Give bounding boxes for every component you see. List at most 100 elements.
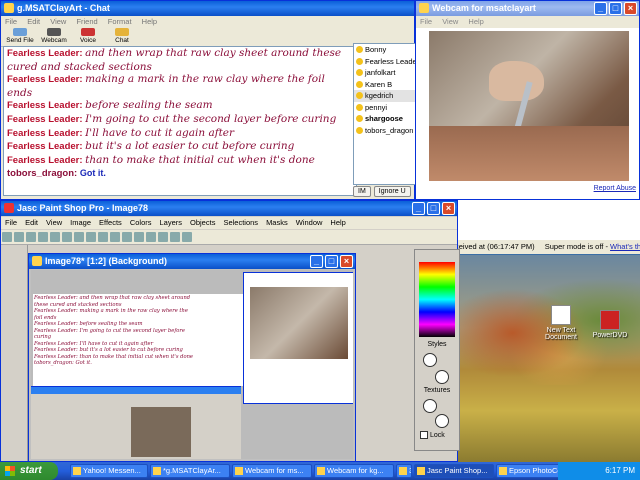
menu-view[interactable]: View xyxy=(50,17,66,26)
lock-checkbox[interactable]: Lock xyxy=(420,431,445,439)
buddy-item[interactable]: tobors_dragon xyxy=(354,125,416,137)
start-button[interactable]: start xyxy=(0,462,58,480)
psp-close-button[interactable]: × xyxy=(442,202,455,215)
save-icon[interactable] xyxy=(26,232,36,242)
message-sender: Fearless Leader: xyxy=(7,141,86,153)
textures-label: Textures xyxy=(423,387,451,394)
new-icon[interactable] xyxy=(2,232,12,242)
psp-toolbar xyxy=(1,230,457,245)
psp-menu-item[interactable]: Objects xyxy=(190,218,215,227)
menu-file[interactable]: File xyxy=(5,17,17,26)
buddy-item[interactable]: janfolkart xyxy=(354,67,416,79)
layers-icon[interactable] xyxy=(134,232,144,242)
image-close-button[interactable]: × xyxy=(340,255,353,268)
chat-message: Fearless Leader: I'll have to cut it aga… xyxy=(7,127,353,141)
image78-title-bar[interactable]: Image78* [1:2] (Background) _ □ × xyxy=(29,254,355,269)
taskbar-button[interactable]: Webcam for kg... xyxy=(314,464,394,478)
taskbar-button[interactable]: 3 ... xyxy=(396,464,412,478)
menu-friend[interactable]: Friend xyxy=(76,17,97,26)
send-file-button[interactable]: Send File xyxy=(3,28,37,44)
help-icon[interactable] xyxy=(182,232,192,242)
psp-minimize-button[interactable]: _ xyxy=(412,202,425,215)
image78-title: Image78* [1:2] (Background) xyxy=(45,256,168,266)
image-minimize-button[interactable]: _ xyxy=(310,255,323,268)
psp-menu-item[interactable]: View xyxy=(46,218,62,227)
image-maximize-button[interactable]: □ xyxy=(325,255,338,268)
desktop-icon-new-text-document[interactable]: New Text Document xyxy=(536,305,586,341)
buddy-item[interactable]: Karen B xyxy=(354,79,416,91)
psp-menu-item[interactable]: Image xyxy=(70,218,91,227)
psp-title-bar[interactable]: Jasc Paint Shop Pro - Image78 _ □ × xyxy=(1,201,457,216)
buddy-item[interactable]: Fearless Leader xyxy=(354,56,419,68)
print-icon[interactable] xyxy=(98,232,108,242)
close-button[interactable]: × xyxy=(624,2,637,15)
desktop-icon-powerdvd[interactable]: PowerDVD xyxy=(585,310,635,339)
menu-format[interactable]: Format xyxy=(108,17,132,26)
undo-icon[interactable] xyxy=(38,232,48,242)
buddy-item[interactable]: kgedrich xyxy=(354,90,416,102)
color-picker[interactable] xyxy=(419,262,455,337)
webcam-menu-help[interactable]: Help xyxy=(468,17,483,26)
psp-menu-item[interactable]: Effects xyxy=(99,218,122,227)
message-sender: Fearless Leader: xyxy=(7,113,86,125)
open-icon[interactable] xyxy=(14,232,24,242)
palette-icon[interactable] xyxy=(170,232,180,242)
menu-help[interactable]: Help xyxy=(142,17,157,26)
messenger-icon xyxy=(4,3,14,13)
minimize-button[interactable]: _ xyxy=(594,2,607,15)
copy-icon[interactable] xyxy=(74,232,84,242)
histogram-icon[interactable] xyxy=(146,232,156,242)
taskbar-button[interactable]: Yahoo! Messen... xyxy=(70,464,148,478)
psp-menu-item[interactable]: Selections xyxy=(223,218,258,227)
ignore-button[interactable]: Ignore U xyxy=(373,186,411,197)
maximize-button[interactable]: □ xyxy=(609,2,622,15)
taskbar-button[interactable]: Jasc Paint Shop... xyxy=(414,464,494,478)
im-button[interactable]: IM xyxy=(353,186,371,197)
hand-shape xyxy=(489,61,544,101)
taskbar-button[interactable]: *g.MSATClayAr... xyxy=(150,464,230,478)
webcam-title: Webcam for msatclayart xyxy=(432,3,536,13)
redo-icon[interactable] xyxy=(50,232,60,242)
webcam-menu-file[interactable]: File xyxy=(420,17,432,26)
webcam-window: Webcam for msatclayart _ □ × File View Hel… xyxy=(415,0,640,200)
buddy-item[interactable]: shargoose xyxy=(354,113,416,125)
paste-icon[interactable] xyxy=(86,232,96,242)
psp-menu-item[interactable]: File xyxy=(5,218,17,227)
overview-icon[interactable] xyxy=(158,232,168,242)
buddy-item[interactable]: pennyi xyxy=(354,102,416,114)
nested-photo xyxy=(131,407,191,457)
psp-maximize-button[interactable]: □ xyxy=(427,202,440,215)
image-canvas[interactable]: Fearless Leader: and then wrap that raw … xyxy=(31,270,353,459)
message-log[interactable]: Fearless Leader: and then wrap that raw … xyxy=(3,46,357,196)
voice-button[interactable]: Voice xyxy=(71,28,105,44)
psp-menu-item[interactable]: Edit xyxy=(25,218,38,227)
chat-message: Fearless Leader: I'm going to cut the se… xyxy=(7,113,353,127)
zoom-icon[interactable] xyxy=(110,232,120,242)
nested-webcam-image xyxy=(250,287,348,359)
chat-title-bar[interactable]: g.MSATClayArt - Chat xyxy=(1,1,414,16)
styles-swatch[interactable] xyxy=(423,353,437,367)
webcam-button[interactable]: Webcam xyxy=(37,28,71,44)
cut-icon[interactable] xyxy=(62,232,72,242)
menu-edit[interactable]: Edit xyxy=(27,17,40,26)
nested-webcam-screenshot xyxy=(243,272,353,404)
textures-swatch[interactable] xyxy=(423,399,437,413)
psp-menu-item[interactable]: Masks xyxy=(266,218,288,227)
chat-button[interactable]: Chat xyxy=(105,28,139,44)
psp-menu-item[interactable]: Window xyxy=(296,218,323,227)
styles-swatch-2[interactable] xyxy=(435,370,449,384)
report-abuse-link[interactable]: Report Abuse xyxy=(594,185,636,192)
textures-swatch-2[interactable] xyxy=(435,414,449,428)
psp-tool-palette[interactable] xyxy=(1,245,28,461)
psp-menu-item[interactable]: Help xyxy=(330,218,345,227)
buddy-item[interactable]: Bonny xyxy=(354,44,416,56)
taskbar-button[interactable]: Webcam for ms... xyxy=(232,464,312,478)
psp-menu-item[interactable]: Colors xyxy=(130,218,152,227)
webcam-menu-view[interactable]: View xyxy=(442,17,458,26)
psp-color-palette: Styles Textures Lock xyxy=(414,249,460,451)
whats-this-link[interactable]: What's this? xyxy=(610,242,640,251)
chat-message: Fearless Leader: before sealing the seam xyxy=(7,99,353,113)
webcam-title-bar[interactable]: Webcam for msatclayart _ □ × xyxy=(416,1,639,16)
crop-icon[interactable] xyxy=(122,232,132,242)
psp-menu-item[interactable]: Layers xyxy=(160,218,183,227)
